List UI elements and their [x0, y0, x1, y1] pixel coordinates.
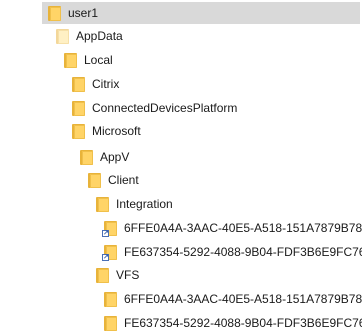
folder-icon: [104, 291, 117, 307]
tree-node-label: Local: [84, 53, 113, 67]
tree-node-label: 6FFE0A4A-3AAC-40E5-A518-151A7879B78D: [124, 292, 362, 306]
tree-node-vfs-fe637354[interactable]: FE637354-5292-4088-9B04-FDF3B6E9FC76: [104, 312, 362, 334]
shortcut-arrow-icon: ↗: [102, 252, 109, 261]
tree-node-client[interactable]: Client: [88, 169, 139, 191]
tree-node-label: Microsoft: [92, 124, 141, 138]
folder-shortcut-icon: ↗: [102, 220, 117, 237]
tree-node-label: VFS: [116, 268, 140, 282]
tree-node-connecteddevicesplatform[interactable]: ConnectedDevicesPlatform: [72, 97, 237, 119]
folder-icon: [80, 149, 93, 165]
tree-node-integration[interactable]: Integration: [96, 193, 173, 215]
tree-node-label: AppV: [100, 150, 130, 164]
tree-node-appv[interactable]: AppV: [80, 146, 129, 168]
tree-node-microsoft[interactable]: Microsoft: [72, 120, 141, 142]
tree-node-user1[interactable]: user1: [42, 2, 360, 24]
tree-node-label: FE637354-5292-4088-9B04-FDF3B6E9FC76: [124, 316, 362, 330]
folder-icon: [96, 196, 109, 212]
folder-tree: user1 AppData Local Citrix ConnectedDevi…: [0, 0, 362, 336]
tree-node-label: 6FFE0A4A-3AAC-40E5-A518-151A7879B78D: [124, 221, 362, 235]
tree-node-label: user1: [68, 6, 99, 20]
folder-icon: [72, 100, 85, 116]
tree-node-local[interactable]: Local: [64, 49, 113, 71]
tree-node-citrix[interactable]: Citrix: [72, 73, 119, 95]
tree-node-integration-6ffe0a4a[interactable]: ↗ 6FFE0A4A-3AAC-40E5-A518-151A7879B78D: [102, 217, 362, 239]
folder-icon: [72, 76, 85, 92]
tree-node-label: FE637354-5292-4088-9B04-FDF3B6E9FC76: [124, 245, 362, 259]
folder-icon: [72, 123, 85, 139]
tree-node-appdata[interactable]: AppData: [56, 25, 123, 47]
tree-node-vfs[interactable]: VFS: [96, 264, 139, 286]
tree-node-label: Citrix: [92, 77, 120, 91]
shortcut-arrow-icon: ↗: [102, 228, 109, 237]
folder-icon: [104, 315, 117, 331]
tree-node-label: AppData: [76, 29, 123, 43]
tree-node-label: ConnectedDevicesPlatform: [92, 101, 238, 115]
folder-icon: [56, 28, 69, 44]
tree-node-vfs-6ffe0a4a[interactable]: 6FFE0A4A-3AAC-40E5-A518-151A7879B78D: [104, 288, 362, 310]
folder-icon: [48, 5, 61, 21]
tree-node-label: Client: [108, 173, 139, 187]
folder-shortcut-icon: ↗: [102, 244, 117, 261]
folder-icon: [88, 172, 101, 188]
tree-node-label: Integration: [116, 197, 173, 211]
folder-icon: [64, 52, 77, 68]
folder-icon: [96, 267, 109, 283]
tree-node-integration-fe637354[interactable]: ↗ FE637354-5292-4088-9B04-FDF3B6E9FC76: [102, 241, 362, 263]
